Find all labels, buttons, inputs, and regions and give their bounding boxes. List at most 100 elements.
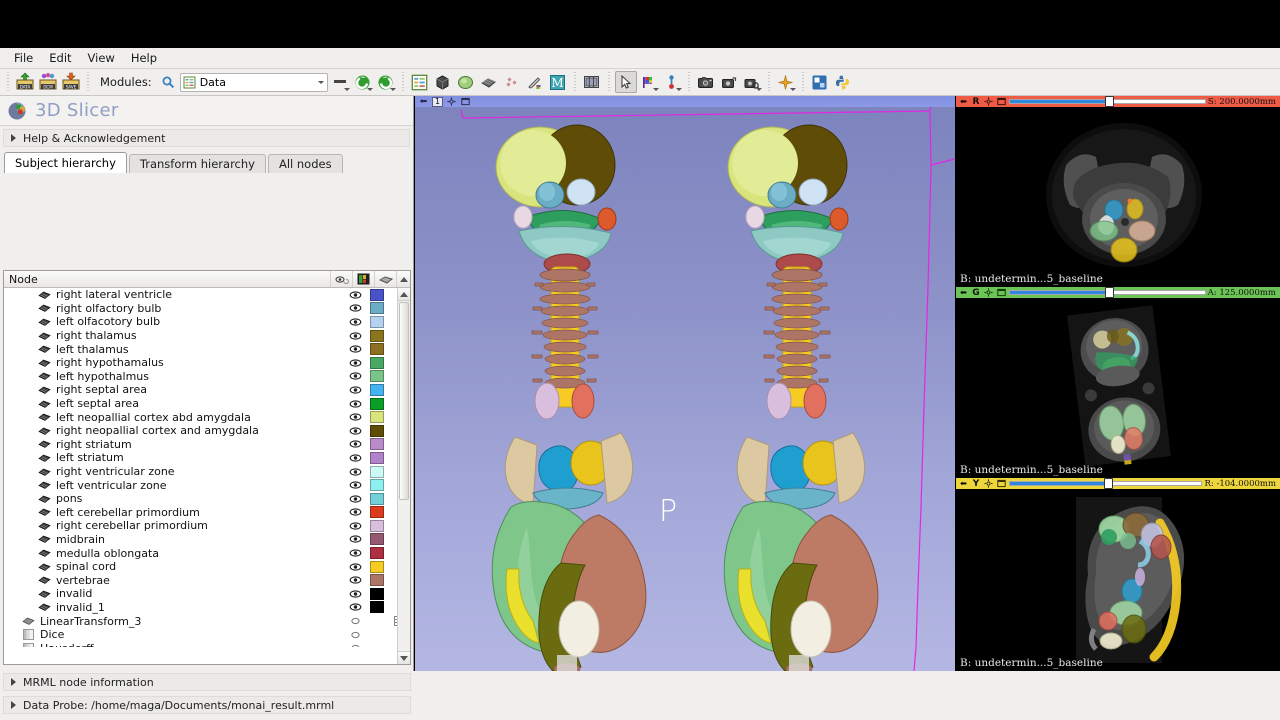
tree-row[interactable]: right septal area [4, 383, 410, 397]
mrml-node-information-section[interactable]: MRML node information [3, 673, 411, 691]
tree-row[interactable]: right ventricular zone [4, 465, 410, 479]
crosshair-icon[interactable] [775, 71, 797, 93]
tree-row[interactable]: right lateral ventricle [4, 288, 410, 302]
tree-row[interactable]: left striatum [4, 451, 410, 465]
toolbar-grip-modules[interactable] [85, 72, 91, 92]
color-swatch[interactable] [366, 411, 388, 423]
color-swatch[interactable] [366, 289, 388, 301]
eye-icon[interactable] [344, 549, 366, 557]
pin-icon[interactable]: ⬅ [958, 479, 969, 488]
screenshot-icon[interactable] [695, 71, 717, 93]
yellow-slice-slider[interactable] [1009, 479, 1202, 488]
color-swatch[interactable] [366, 302, 388, 314]
circle-icon[interactable] [344, 644, 366, 647]
eye-icon[interactable] [344, 481, 366, 489]
tab-subject-hierarchy[interactable]: Subject hierarchy [4, 152, 127, 173]
color-swatch[interactable] [366, 357, 388, 369]
color-swatch[interactable] [366, 533, 388, 545]
circle-icon[interactable] [344, 631, 366, 639]
color-swatch[interactable] [366, 520, 388, 532]
eye-icon[interactable] [344, 359, 366, 367]
tree-row[interactable]: invalid [4, 587, 410, 601]
color-swatch[interactable] [366, 343, 388, 355]
color-swatch-box[interactable] [370, 425, 384, 437]
green-slider-thumb[interactable] [1105, 287, 1114, 298]
tab-all-nodes[interactable]: All nodes [268, 154, 343, 173]
color-swatch[interactable] [366, 574, 388, 586]
toolbar-grip-mouse[interactable] [606, 72, 612, 92]
color-swatch-box[interactable] [370, 533, 384, 545]
eye-icon[interactable] [344, 386, 366, 394]
threed-view[interactable]: ⬅ 1 [415, 96, 955, 671]
green-slice-slider[interactable] [1009, 288, 1206, 297]
red-slider-thumb[interactable] [1105, 96, 1114, 107]
pin-icon[interactable]: ⬅ [958, 97, 969, 106]
tree-row[interactable]: right hypothamalus [4, 356, 410, 370]
menu-edit[interactable]: Edit [41, 49, 79, 67]
module-previous-icon[interactable] [352, 71, 374, 93]
tree-row[interactable]: medulla oblongata [4, 546, 410, 560]
color-swatch-box[interactable] [370, 493, 384, 505]
maximize-icon[interactable] [996, 97, 1007, 106]
tree-row[interactable]: LinearTransform_3 [4, 614, 410, 628]
tree-row[interactable]: midbrain [4, 533, 410, 547]
color-swatch-box[interactable] [370, 574, 384, 586]
scroll-down-button[interactable] [398, 651, 410, 664]
toolbar-grip-capture[interactable] [686, 72, 692, 92]
color-swatch[interactable] [366, 438, 388, 450]
transform-column-icon[interactable] [375, 271, 397, 287]
menu-file[interactable]: File [6, 49, 41, 67]
tree-vertical-scrollbar[interactable] [397, 288, 410, 664]
color-swatch[interactable] [366, 561, 388, 573]
scroll-up-button[interactable] [398, 288, 410, 301]
scrollbar-thumb[interactable] [399, 302, 409, 500]
color-swatch-box[interactable] [370, 547, 384, 559]
color-swatch[interactable] [366, 547, 388, 559]
color-swatch-box[interactable] [370, 330, 384, 342]
tree-row[interactable]: Dice [4, 628, 410, 642]
tree-row[interactable]: Hausdorff [4, 641, 410, 647]
volume-rendering-icon[interactable] [455, 71, 477, 93]
magnifier-icon[interactable] [157, 71, 179, 93]
toolbar-grip[interactable] [5, 72, 11, 92]
red-slice-canvas[interactable] [956, 107, 1280, 287]
maximize-icon[interactable] [996, 288, 1007, 297]
module-selector-combobox[interactable]: Data [180, 73, 328, 92]
tree-row[interactable]: right thalamus [4, 329, 410, 343]
tree-row[interactable]: left olfacotory bulb [4, 315, 410, 329]
color-swatch-box[interactable] [370, 302, 384, 314]
threed-view-number[interactable]: 1 [432, 97, 443, 107]
data-module-icon[interactable] [409, 71, 431, 93]
eye-icon[interactable] [344, 535, 366, 543]
color-swatch-box[interactable] [370, 520, 384, 532]
color-swatch-box[interactable] [370, 316, 384, 328]
tree-row[interactable]: spinal cord [4, 560, 410, 574]
markups-icon[interactable] [524, 71, 546, 93]
eye-icon[interactable] [344, 454, 366, 462]
menu-help[interactable]: Help [123, 49, 165, 67]
load-data-icon[interactable]: DATA [14, 71, 36, 93]
module-favorites-icon[interactable] [329, 71, 351, 93]
color-swatch-box[interactable] [370, 588, 384, 600]
color-swatch[interactable] [366, 466, 388, 478]
color-swatch[interactable] [366, 588, 388, 600]
eye-icon[interactable] [344, 332, 366, 340]
eye-icon[interactable] [344, 508, 366, 516]
eye-icon[interactable] [344, 400, 366, 408]
yellow-slice-view[interactable]: ⬅ Y R: -104.0000mm [956, 478, 1280, 671]
eye-icon[interactable] [344, 440, 366, 448]
color-swatch-box[interactable] [370, 438, 384, 450]
extensions-icon[interactable] [809, 71, 831, 93]
tab-transform-hierarchy[interactable]: Transform hierarchy [129, 154, 266, 173]
tree-row[interactable]: pons [4, 492, 410, 506]
eye-icon[interactable] [344, 603, 366, 611]
mouse-pointer-icon[interactable] [615, 71, 637, 93]
eye-icon[interactable] [344, 372, 366, 380]
models-icon[interactable] [478, 71, 500, 93]
tree-row[interactable]: left hypothalmus [4, 370, 410, 384]
red-slice-slider[interactable] [1009, 97, 1206, 106]
color-swatch[interactable] [366, 398, 388, 410]
color-swatch[interactable] [366, 330, 388, 342]
tree-row[interactable]: left thalamus [4, 342, 410, 356]
tree-row[interactable]: right striatum [4, 438, 410, 452]
